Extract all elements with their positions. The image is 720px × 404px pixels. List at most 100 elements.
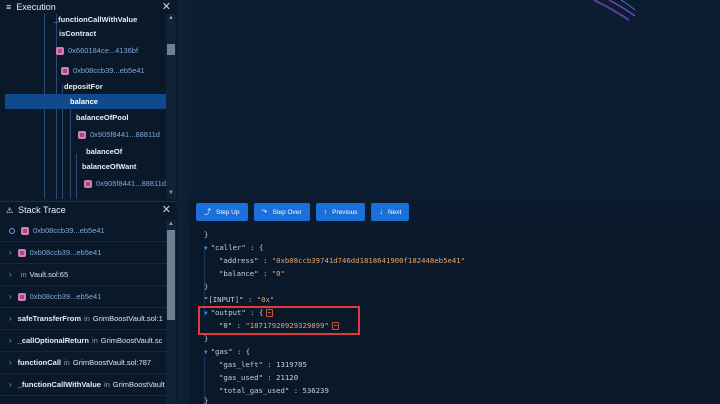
execution-scrollbar[interactable]: [166, 14, 176, 199]
circle-icon: [9, 227, 15, 234]
tree-item[interactable]: balanceOfWant: [82, 159, 136, 174]
contract-icon: [84, 179, 92, 188]
stack-row-fn: safeTransferFrom: [17, 314, 82, 323]
json-value: 21120: [276, 373, 299, 382]
json-key: "[INPUT]": [204, 295, 244, 304]
json-line: }: [204, 229, 208, 241]
collapse-arrow-icon[interactable]: ▼: [204, 349, 208, 356]
stack-row-fn: _callOptionalReturn: [17, 336, 89, 345]
stack-trace-list: 0xb08ccb39...eb5e41 › 0xb08ccb39...eb5e4…: [0, 220, 166, 404]
tree-item-label: 0x660184ce...4136bf: [68, 46, 139, 55]
step-up-label: Step Up: [216, 208, 240, 216]
previous-button[interactable]: ↑ Previous: [315, 203, 366, 221]
json-line: "total_gas_used" : 536239: [219, 385, 329, 397]
scroll-up-icon[interactable]: ▲: [168, 15, 174, 21]
json-value: 536239: [302, 386, 329, 395]
tree-item[interactable]: isContract: [59, 26, 96, 41]
json-brace: : {: [245, 243, 264, 252]
stack-row-file: GrimBoostVault.sc: [100, 336, 163, 345]
panel-divider[interactable]: [177, 0, 189, 404]
step-over-icon: ↷: [261, 209, 268, 216]
tree-item[interactable]: 0x660184ce...4136bf: [56, 43, 138, 58]
tree-item-label: isContract: [59, 29, 97, 38]
json-line: "balance" : "0": [219, 268, 285, 280]
stack-row-fn: functionCall: [17, 358, 62, 367]
json-line[interactable]: ▼ "caller" : {: [204, 242, 263, 254]
stack-scroll-thumb[interactable]: [167, 230, 175, 320]
close-icon[interactable]: ✕: [162, 204, 171, 216]
tree-guide: [70, 109, 71, 199]
json-line: "gas_left" : 1319705: [219, 359, 307, 371]
stack-row-addr: 0xb08ccb39...eb5e41: [33, 226, 105, 235]
json-key: "caller": [210, 243, 246, 252]
step-over-button[interactable]: ↷ Step Over: [253, 203, 310, 221]
json-brace: }: [204, 334, 209, 343]
close-icon[interactable]: ✕: [162, 1, 171, 13]
execution-title: Execution: [16, 2, 56, 12]
menu-icon[interactable]: ≡: [6, 2, 11, 12]
scroll-up-icon[interactable]: ▲: [168, 221, 174, 227]
stack-row[interactable]: › in Vault.sol:65: [0, 264, 166, 286]
step-up-button[interactable]: ⤴ Step Up: [196, 203, 248, 221]
chevron-right-icon: ›: [9, 380, 12, 389]
contract-icon: [21, 226, 29, 235]
json-value: "0": [271, 269, 285, 278]
contract-icon: [56, 46, 64, 55]
json-line: "[INPUT]" : "0x": [204, 294, 274, 306]
highlight-box: [198, 306, 360, 335]
tree-item[interactable]: balanceOf: [86, 144, 122, 159]
chevron-right-icon: ›: [9, 314, 12, 323]
chevron-right-icon: ›: [9, 336, 12, 345]
tree-item-label: balance: [70, 97, 98, 106]
stack-row[interactable]: › _functionCallWithValue in GrimBoostVau…: [0, 374, 166, 396]
step-over-label: Step Over: [272, 208, 302, 216]
tree-item-label: balanceOfPool: [76, 113, 129, 122]
tree-item[interactable]: balanceOfPool: [76, 110, 129, 125]
step-up-icon: ⤴: [204, 209, 211, 216]
tree-item-label: depositFor: [64, 82, 103, 91]
editor-area: [189, 0, 720, 198]
stack-row-in: in: [64, 358, 70, 367]
json-sep: :: [258, 256, 272, 265]
warning-icon: ⚠: [6, 205, 14, 215]
scroll-down-icon[interactable]: ▼: [168, 190, 174, 196]
json-line[interactable]: ▼ "gas" : {: [204, 346, 250, 358]
json-key: "gas_left": [219, 360, 263, 369]
stack-row[interactable]: › functionCall in GrimBoostVault.sol:787: [0, 352, 166, 374]
contract-icon: [61, 66, 69, 75]
json-key: "address": [219, 256, 259, 265]
collapse-arrow-icon[interactable]: ▼: [204, 245, 208, 252]
tree-item[interactable]: 0xb08ccb39...eb5e41: [61, 63, 145, 78]
stack-row[interactable]: › _callOptionalReturn in GrimBoostVault.…: [0, 330, 166, 352]
execution-scroll-thumb[interactable]: [167, 44, 175, 55]
chevron-right-icon: ›: [9, 292, 12, 301]
stack-row[interactable]: › 0xb08ccb39...eb5e41: [0, 242, 166, 264]
json-brace: }: [204, 396, 209, 404]
execution-header: ≡ Execution ✕: [0, 0, 177, 14]
stack-row[interactable]: › safeTransferFrom in GrimBoostVault.sol…: [0, 308, 166, 330]
stack-row-file: Vault.sol:65: [29, 270, 69, 279]
stack-row[interactable]: › 0xb08ccb39...eb5e41: [0, 286, 166, 308]
json-value: 1319705: [276, 360, 307, 369]
stack-trace-header: ⚠ Stack Trace ✕: [0, 202, 177, 218]
tree-item[interactable]: 0x905f8441...88811d: [84, 176, 166, 191]
json-line: "gas_used" : 21120: [219, 372, 298, 384]
json-line: "address" : "0xb08ccb39741d746dd18186419…: [219, 255, 465, 267]
tree-item-selected[interactable]: balance: [5, 94, 166, 109]
tree-item[interactable]: 0x905f8441...88811d: [78, 127, 160, 142]
json-brace: }: [204, 282, 209, 291]
json-key: "balance": [219, 269, 259, 278]
stack-row-in: in: [84, 314, 90, 323]
chevron-right-icon: ›: [9, 270, 12, 279]
tree-item[interactable]: depositFor: [64, 79, 103, 94]
stack-row-addr: 0xb08ccb39...eb5e41: [29, 248, 102, 257]
stack-row[interactable]: 0xb08ccb39...eb5e41: [0, 220, 166, 242]
contract-icon: [78, 130, 86, 139]
tree-item-label: 0xb08ccb39...eb5e41: [73, 66, 145, 75]
stack-trace-title: Stack Trace: [18, 205, 66, 215]
tree-item-label: balanceOfWant: [82, 162, 137, 171]
json-key: "gas_used": [219, 373, 263, 382]
next-button[interactable]: ↓ Next: [371, 203, 410, 221]
next-label: Next: [387, 208, 402, 216]
tree-item-label: 0x905f8441...88811d: [96, 179, 166, 188]
